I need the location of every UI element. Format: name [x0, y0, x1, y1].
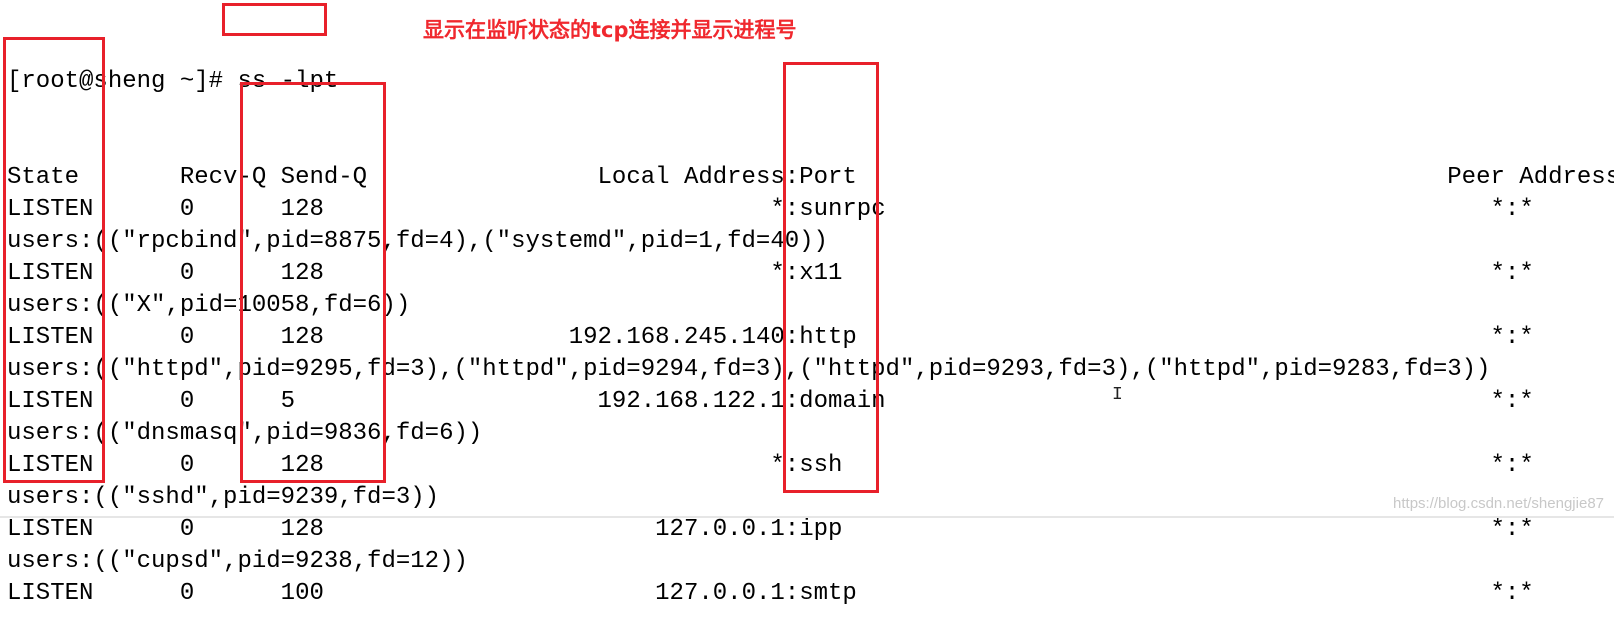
header-peer-address: Peer Address:Port: [1447, 164, 1614, 191]
highlight-port-column-box: [783, 62, 879, 493]
annotation-text: 显示在监听状态的tcp连接并显示进程号: [423, 18, 797, 42]
recvq-cell: 0: [179, 196, 195, 223]
highlight-command-box: [222, 3, 327, 36]
peer-address-cell: *:*: [1490, 260, 1534, 287]
process-users-row: users:(("cupsd",pid=9238,fd=12)): [7, 546, 1614, 578]
state-cell: LISTEN: [7, 516, 94, 543]
local-port-cell: smtp: [799, 580, 857, 607]
process-users-text: users:(("rpcbind",pid=8875,fd=4),("syste…: [7, 228, 828, 255]
peer-address-cell: *:*: [1490, 196, 1534, 223]
local-address-cell: 192.168.122.1: [597, 388, 785, 415]
peer-address-cell: *:*: [1490, 516, 1534, 543]
header-local-address: Local Address: [597, 164, 785, 191]
recvq-cell: 0: [179, 324, 195, 351]
watermark: https://blog.csdn.net/shengjie87: [1393, 495, 1604, 512]
sendq-cell: 128: [280, 516, 324, 543]
highlight-state-column-box: [3, 37, 105, 483]
peer-address-cell: *:*: [1490, 452, 1534, 479]
state-cell: LISTEN: [7, 580, 94, 607]
recvq-cell: 0: [179, 516, 195, 543]
local-address-cell: 192.168.245.140: [568, 324, 785, 351]
peer-address-cell: *:*: [1490, 324, 1534, 351]
process-users-text: users:(("httpd",pid=9295,fd=3),("httpd",…: [7, 356, 1491, 383]
peer-address-cell: *:*: [1490, 580, 1534, 607]
sendq-cell: 100: [280, 580, 324, 607]
text-cursor-icon: I: [1112, 385, 1123, 405]
recvq-cell: 0: [179, 260, 195, 287]
process-users-text: users:(("sshd",pid=9239,fd=3)): [7, 484, 440, 511]
recvq-cell: 0: [179, 452, 195, 479]
table-row: LISTEN 0 128 127.0.0.1:ipp *:*: [7, 516, 1534, 543]
local-port-cell: ipp: [799, 516, 843, 543]
recvq-cell: 0: [179, 580, 195, 607]
peer-address-cell: *:*: [1490, 388, 1534, 415]
recvq-cell: 0: [179, 388, 195, 415]
local-address-cell: 127.0.0.1: [655, 516, 785, 543]
highlight-sendq-column-box: [240, 82, 386, 483]
process-users-text: users:(("cupsd",pid=9238,fd=12)): [7, 548, 468, 575]
table-row: LISTEN 0 100 127.0.0.1:smtp *:*: [7, 580, 1534, 607]
local-address-cell: 127.0.0.1: [655, 580, 785, 607]
